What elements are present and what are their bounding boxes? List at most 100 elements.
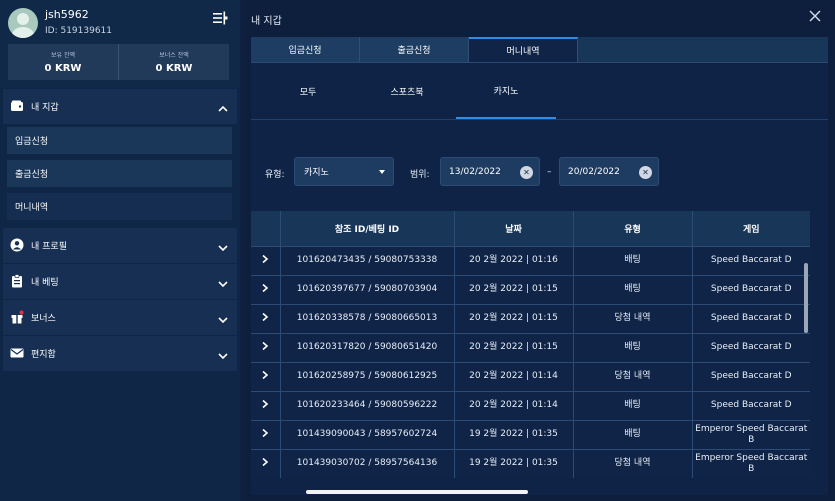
expand-chevron-icon[interactable] — [251, 274, 281, 304]
cell-ref: 101620317820 / 59080651420 — [280, 332, 455, 362]
sidebar-section-label: 내 지갑 — [31, 103, 59, 113]
sidebar-section-bets[interactable]: 내 베팅 — [3, 264, 237, 299]
clear-icon[interactable]: ✕ — [639, 166, 652, 179]
cell-ref: 101439030702 / 58957564136 — [280, 448, 455, 478]
column-header-ref: 참조 ID/베팅 ID — [280, 211, 455, 246]
cell-type: 배팅 — [573, 419, 693, 449]
table-row[interactable]: 101620233464 / 59080596222 20 2월 2022 | 0… — [251, 390, 810, 420]
cell-game: Speed Baccarat D — [692, 332, 810, 362]
table-header-row: 참조 ID/베팅 ID 날짜 유형 게임 — [251, 211, 810, 246]
close-icon[interactable] — [807, 8, 823, 24]
date-from-value: 13/02/2022 — [449, 166, 501, 177]
expand-chevron-icon[interactable] — [251, 448, 281, 478]
tab-money-history[interactable]: 머니내역 — [469, 37, 578, 62]
cell-ref: 101620473435 / 59080753338 — [280, 245, 455, 275]
sidebar-section-profile[interactable]: 내 프로필 — [3, 228, 237, 263]
table-row[interactable]: 101620397677 / 59080703904 20 2월 2022 | 0… — [251, 274, 810, 304]
column-header-date: 날짜 — [454, 211, 574, 246]
cell-game: Emperor Speed Baccarat B — [692, 448, 810, 478]
expand-chevron-icon[interactable] — [251, 390, 281, 420]
content-area: 모두 스포츠북 카지노 유형: 카지노 범위: 13/02/2022 ✕ – 2… — [251, 63, 828, 495]
cell-type: 배팅 — [573, 390, 693, 420]
chevron-down-icon[interactable] — [217, 347, 229, 360]
expand-chevron-icon[interactable] — [251, 303, 281, 333]
cell-date: 20 2월 2022 | 01:14 — [454, 390, 574, 420]
menu-toggle-icon[interactable] — [212, 10, 228, 26]
cell-date: 20 2월 2022 | 01:15 — [454, 332, 574, 362]
cell-game: Speed Baccarat D — [692, 303, 810, 333]
sidebar-section-label: 내 프로필 — [31, 242, 67, 252]
tab-deposit[interactable]: 입금신청 — [251, 37, 360, 62]
table-row[interactable]: 101439030702 / 58957564136 19 2월 2022 | 0… — [251, 448, 810, 478]
range-filter-label: 범위: — [410, 170, 430, 180]
chevron-down-icon[interactable] — [217, 311, 229, 324]
sidebar-section-label: 내 베팅 — [31, 278, 59, 288]
subtab-sportsbook[interactable]: 스포츠북 — [357, 63, 457, 119]
column-header-type: 유형 — [573, 211, 693, 246]
bonus-balance-value: 0 KRW — [155, 63, 193, 74]
home-indicator — [306, 490, 528, 494]
table-row[interactable]: 101439090043 / 58957602724 19 2월 2022 | 0… — [251, 419, 810, 449]
page-title: 내 지갑 — [251, 16, 282, 27]
cell-ref: 101620258975 / 59080612925 — [280, 361, 455, 391]
cell-ref: 101620338578 / 59080665013 — [280, 303, 455, 333]
user-icon — [10, 238, 24, 252]
column-header-game: 게임 — [692, 211, 810, 246]
cell-date: 19 2월 2022 | 01:35 — [454, 448, 574, 478]
bonus-balance-label: 보너스 잔액 — [159, 52, 189, 59]
table-row[interactable]: 101620258975 / 59080612925 20 2월 2022 | 0… — [251, 361, 810, 391]
sidebar-section-label: 편지함 — [31, 350, 56, 360]
type-select[interactable]: 카지노 — [294, 157, 394, 186]
column-header-expand — [251, 211, 281, 246]
table-row[interactable]: 101620317820 / 59080651420 20 2월 2022 | 0… — [251, 332, 810, 362]
envelope-icon — [10, 346, 24, 360]
date-range-separator: – — [547, 167, 552, 177]
sidebar-section-bonus[interactable]: 보너스 — [3, 300, 237, 335]
cell-ref: 101620233464 / 59080596222 — [280, 390, 455, 420]
cell-game: Speed Baccarat D — [692, 361, 810, 391]
cell-type: 당첨 내역 — [573, 303, 693, 333]
table-row[interactable]: 101620473435 / 59080753338 20 2월 2022 | 0… — [251, 245, 810, 275]
caret-down-icon — [379, 170, 385, 174]
clear-icon[interactable]: ✕ — [520, 166, 533, 179]
chevron-down-icon[interactable] — [217, 239, 229, 252]
cell-ref: 101620397677 / 59080703904 — [280, 274, 455, 304]
subtab-casino[interactable]: 카지노 — [456, 63, 556, 119]
cell-date: 20 2월 2022 | 01:15 — [454, 303, 574, 333]
sidebar-section-inbox[interactable]: 편지함 — [3, 336, 237, 371]
date-from-field[interactable]: 13/02/2022 ✕ — [440, 157, 540, 186]
expand-chevron-icon[interactable] — [251, 419, 281, 449]
cell-game: Emperor Speed Baccarat B — [692, 419, 810, 449]
expand-chevron-icon[interactable] — [251, 245, 281, 275]
profile-card: jsh5962 ID: 519139611 보유 잔액 0 KRW 보너스 잔액… — [0, 0, 240, 88]
table-scrollbar[interactable] — [804, 263, 808, 333]
balance-label: 보유 잔액 — [51, 52, 75, 59]
subtab-bar: 모두 스포츠북 카지노 — [251, 63, 828, 120]
cell-type: 배팅 — [573, 245, 693, 275]
sidebar-item-money-history[interactable]: 머니내역 — [7, 193, 232, 220]
cell-date: 19 2월 2022 | 01:35 — [454, 419, 574, 449]
clipboard-icon — [10, 274, 24, 288]
sidebar-section-wallet[interactable]: 내 지갑 — [3, 89, 237, 124]
history-table: 참조 ID/베팅 ID 날짜 유형 게임 101620473435 / 5908… — [251, 211, 810, 495]
balance-panel: 보유 잔액 0 KRW 보너스 잔액 0 KRW — [8, 44, 229, 80]
avatar[interactable] — [8, 8, 38, 38]
wallet-icon — [10, 99, 24, 113]
expand-chevron-icon[interactable] — [251, 361, 281, 391]
cell-date: 20 2월 2022 | 01:14 — [454, 361, 574, 391]
sidebar-section-label: 보너스 — [31, 314, 56, 324]
cell-game: Speed Baccarat D — [692, 245, 810, 275]
balance-main: 보유 잔액 0 KRW — [8, 44, 118, 80]
cell-type: 배팅 — [573, 332, 693, 362]
subtab-all[interactable]: 모두 — [258, 63, 358, 119]
sidebar-item-withdraw[interactable]: 출금신청 — [7, 160, 232, 187]
chevron-down-icon[interactable] — [217, 275, 229, 288]
cell-ref: 101439090043 / 58957602724 — [280, 419, 455, 449]
chevron-up-icon[interactable] — [217, 100, 229, 112]
table-row[interactable]: 101620338578 / 59080665013 20 2월 2022 | 0… — [251, 303, 810, 333]
expand-chevron-icon[interactable] — [251, 332, 281, 362]
gift-icon — [10, 310, 24, 324]
tab-withdraw[interactable]: 출금신청 — [360, 37, 469, 62]
sidebar-item-deposit[interactable]: 입금신청 — [7, 127, 232, 154]
date-to-field[interactable]: 20/02/2022 ✕ — [559, 157, 659, 186]
